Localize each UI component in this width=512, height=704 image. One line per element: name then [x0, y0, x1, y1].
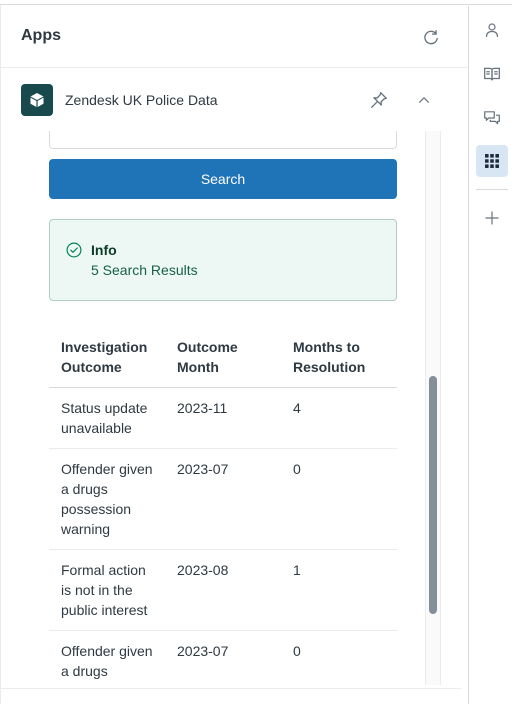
- app-header: Zendesk UK Police Data: [1, 74, 468, 126]
- app-body: Search Info 5 Search Results Investigati…: [1, 131, 468, 685]
- rail-conversations-button[interactable]: [476, 102, 508, 134]
- cube-icon: [30, 93, 44, 107]
- right-nav-rail: [468, 6, 512, 704]
- table-row: Formal action is not in the public inter…: [49, 549, 397, 631]
- knowledge-book-icon: [484, 67, 500, 81]
- table-cell: Status update unavailable: [49, 387, 165, 449]
- refresh-icon: [424, 30, 438, 45]
- table-cell: Offender given a drugs possession warnin…: [49, 448, 165, 550]
- table-cell: 1: [281, 549, 397, 631]
- info-alert: Info 5 Search Results: [49, 219, 397, 301]
- app-name: Zendesk UK Police Data: [65, 92, 218, 108]
- window-top-border: [0, 0, 512, 5]
- add-icon: [485, 211, 499, 225]
- table-row: Offender given a drugs possession warnin…: [49, 448, 397, 550]
- apps-grid-icon: [485, 154, 499, 168]
- table-row: Offender given a drugs possession warnin…: [49, 630, 397, 685]
- app-logo: [21, 84, 53, 116]
- refresh-button[interactable]: [419, 26, 443, 50]
- rail-user-button[interactable]: [476, 14, 508, 46]
- table-cell: 2023-07: [165, 448, 281, 550]
- rail-knowledge-button[interactable]: [476, 58, 508, 90]
- panel-bottom-divider: [1, 688, 461, 689]
- table-cell: 4: [281, 387, 397, 449]
- table-cell: 0: [281, 448, 397, 550]
- table-cell: 2023-08: [165, 549, 281, 631]
- apps-panel: Apps Zendesk UK Police Data Search Info …: [1, 6, 468, 704]
- rail-divider: [476, 189, 508, 190]
- rail-add-button[interactable]: [476, 202, 508, 234]
- pin-button[interactable]: [367, 88, 391, 112]
- check-circle-icon: [66, 242, 82, 258]
- table-header-row: Investigation Outcome Outcome Month Mont…: [49, 327, 397, 388]
- table-cell: Formal action is not in the public inter…: [49, 549, 165, 631]
- table-cell: 0: [281, 630, 397, 685]
- info-title: Info: [91, 242, 117, 258]
- results-table: Investigation Outcome Outcome Month Mont…: [49, 327, 397, 685]
- column-header: Investigation Outcome: [49, 327, 165, 388]
- rail-apps-button[interactable]: [476, 145, 508, 177]
- table-cell: Offender given a drugs possession warnin…: [49, 630, 165, 685]
- pin-icon: [371, 92, 387, 108]
- panel-header: Apps: [1, 6, 468, 68]
- search-input[interactable]: [49, 131, 397, 149]
- column-header: Months to Resolution: [281, 327, 397, 388]
- info-message: 5 Search Results: [91, 262, 198, 278]
- search-button[interactable]: Search: [49, 159, 397, 199]
- column-header: Outcome Month: [165, 327, 281, 388]
- panel-title: Apps: [21, 27, 61, 44]
- scrollbar-thumb[interactable]: [429, 376, 437, 614]
- table-row: Status update unavailable 2023-11 4: [49, 387, 397, 449]
- table-cell: 2023-11: [165, 387, 281, 449]
- chevron-up-icon: [419, 96, 429, 103]
- collapse-button[interactable]: [412, 88, 436, 112]
- conversations-icon: [484, 111, 500, 125]
- table-cell: 2023-07: [165, 630, 281, 685]
- user-icon: [485, 23, 499, 38]
